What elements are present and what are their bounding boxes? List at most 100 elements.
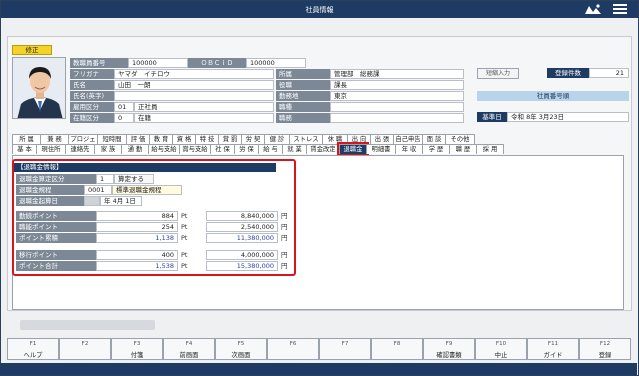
fkey-label: 中止 [494, 352, 508, 359]
base-date-field[interactable]: 令和 8年 3月23日 [507, 112, 629, 122]
employee-number-label: 教職員番号 [70, 58, 128, 68]
department-field[interactable]: 管理部 総務課 [330, 69, 464, 79]
fkey-f5[interactable]: F5 次画面 [215, 338, 267, 360]
employment-type-field: 正社員 [134, 102, 274, 112]
tab-row-upper: 所 属兼 務プロジェ 短時間評 価教 育資 格特 技賞 罰労 契健 診ストレス休 … [12, 134, 475, 144]
tab-lower-2[interactable]: 連絡先 [65, 144, 95, 154]
tab-lower-13[interactable]: 明細書 [366, 144, 396, 154]
fkey-f4[interactable]: F4 前画面 [163, 338, 215, 360]
employment-type-label: 雇用区分 [70, 102, 114, 112]
fkey-f1[interactable]: F1 ヘルプ [7, 338, 59, 360]
title-bar: 社員情報 [1, 1, 638, 18]
work-location-label: 勤務地 [276, 91, 330, 101]
fkey-number: F2 [81, 341, 89, 347]
window-title: 社員情報 [305, 6, 334, 14]
fkey-number: F4 [185, 341, 193, 347]
tab-upper-15[interactable]: 自己申告 [393, 134, 423, 144]
tab-upper-1[interactable]: 兼 務 [40, 134, 69, 144]
tab-lower-15[interactable]: 学 歴 [422, 144, 450, 154]
position-field[interactable]: 課長 [330, 80, 464, 90]
tab-lower-11[interactable]: 賃金改定 [306, 144, 340, 154]
employment-type-code[interactable]: 01 [114, 102, 134, 112]
duty-field[interactable] [330, 113, 464, 123]
tab-upper-6[interactable]: 資 格 [172, 134, 196, 144]
name-label: 氏名 [70, 80, 114, 90]
status-message-bar [20, 320, 155, 330]
tab-upper-12[interactable]: 休 職 [322, 134, 348, 144]
work-location-field[interactable]: 東京 [330, 91, 464, 101]
tab-upper-8[interactable]: 賞 罰 [218, 134, 242, 144]
tab-upper-11[interactable]: ストレス [289, 134, 323, 144]
tab-lower-17[interactable]: 採 用 [476, 144, 504, 154]
fkey-label: ヘルプ [23, 352, 43, 359]
furigana-field[interactable]: ヤマダ イチロウ [114, 69, 274, 79]
short-entry-button[interactable]: 短縮入力 [477, 68, 519, 79]
fkey-f11[interactable]: F11 ガイド [527, 338, 579, 360]
fkey-number: F10 [495, 341, 507, 347]
fkey-number: F3 [133, 341, 141, 347]
tab-upper-14[interactable]: 出 張 [370, 134, 394, 144]
position-label: 役職 [276, 80, 330, 90]
tab-row-lower: 基 本現住所 連絡先家 族通 勤給与支給 賞与支給社 保労 保給 与就 業賃金改定退… [12, 144, 504, 154]
tab-upper-0[interactable]: 所 属 [12, 134, 41, 144]
record-count-value: 21 [589, 68, 629, 78]
tab-lower-7[interactable]: 社 保 [210, 144, 235, 154]
name-english-label: 氏名(英字) [70, 91, 114, 101]
tab-lower-9[interactable]: 給 与 [258, 144, 283, 154]
tab-upper-10[interactable]: 健 診 [264, 134, 290, 144]
fkey-label: 確認書類 [436, 352, 462, 359]
tab-lower-16[interactable]: 職 歴 [449, 144, 477, 154]
name-field[interactable]: 山田 一朗 [114, 80, 274, 90]
fkey-label: ガイド [543, 352, 563, 359]
tab-upper-17[interactable]: その他 [445, 134, 475, 144]
tab-lower-1[interactable]: 現住所 [36, 144, 66, 154]
obcid-label: ＯＢＣｉＤ [188, 58, 246, 68]
tab-upper-4[interactable]: 評 価 [126, 134, 150, 144]
employee-photo [12, 57, 66, 119]
tab-lower-3[interactable]: 家 族 [94, 144, 122, 154]
tab-lower-8[interactable]: 労 保 [234, 144, 259, 154]
furigana-label: フリガナ [70, 69, 114, 79]
enrollment-status-code[interactable]: 0 [114, 113, 134, 123]
fkey-number: F8 [393, 341, 401, 347]
tab-lower-12[interactable]: 退職金 [339, 144, 367, 154]
name-english-field[interactable] [114, 91, 274, 101]
fkey-f3[interactable]: F3 付箋 [111, 338, 163, 360]
enrollment-status-field: 在籍 [134, 113, 274, 123]
employee-number-field[interactable]: 100000 [128, 58, 188, 68]
tab-lower-6[interactable]: 賞与支給 [179, 144, 211, 154]
tab-lower-14[interactable]: 年 収 [395, 144, 423, 154]
fkey-f8[interactable]: F8 [371, 338, 423, 360]
employee-order-label[interactable]: 社員番号順 [477, 91, 629, 101]
tab-upper-3[interactable]: 短時間 [97, 134, 127, 144]
tab-lower-0[interactable]: 基 本 [12, 144, 37, 154]
fkey-label: 次画面 [231, 352, 251, 359]
fkey-f12[interactable]: F12 登録 [579, 338, 631, 360]
highlight-frame [12, 159, 296, 276]
tab-upper-16[interactable]: 面 談 [422, 134, 446, 144]
tab-upper-9[interactable]: 労 契 [241, 134, 265, 144]
tab-upper-7[interactable]: 特 技 [195, 134, 219, 144]
fkey-f10[interactable]: F10 中止 [475, 338, 527, 360]
tab-upper-5[interactable]: 教 育 [149, 134, 173, 144]
duty-label: 職務 [276, 113, 330, 123]
fkey-f7[interactable]: F7 [319, 338, 371, 360]
tab-upper-13[interactable]: 出 向 [347, 134, 371, 144]
fkey-label: 登録 [598, 352, 612, 359]
fkey-f6[interactable]: F6 [267, 338, 319, 360]
tab-lower-5[interactable]: 給与支給 [148, 144, 180, 154]
fkey-number: F9 [445, 341, 453, 347]
fkey-f9[interactable]: F9 確認書類 [423, 338, 475, 360]
fkey-number: F6 [289, 341, 297, 347]
fkey-number: F12 [599, 341, 611, 347]
tab-lower-4[interactable]: 通 勤 [121, 144, 149, 154]
fkey-f2[interactable]: F2 [59, 338, 111, 360]
obcid-field[interactable]: 100000 [246, 58, 306, 68]
hamburger-menu-icon[interactable] [613, 4, 627, 15]
job-type-field[interactable] [330, 102, 464, 112]
fkey-label: 前画面 [179, 352, 199, 359]
fkey-label: 付箋 [130, 352, 144, 359]
department-label: 所属 [276, 69, 330, 79]
tab-upper-2[interactable]: プロジェ [68, 134, 98, 144]
tab-lower-10[interactable]: 就 業 [282, 144, 307, 154]
